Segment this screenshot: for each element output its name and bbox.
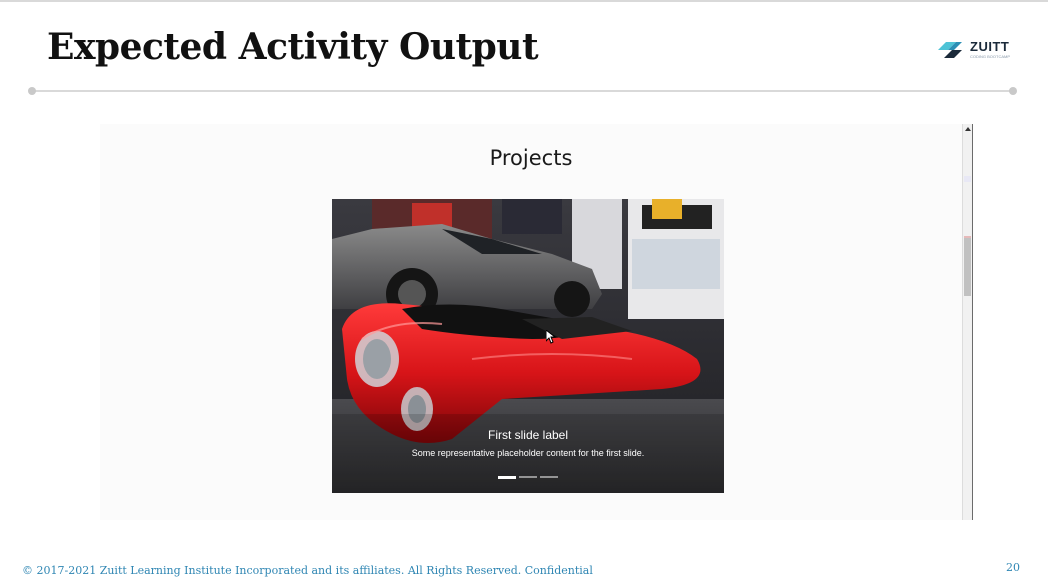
logo-wordmark: ZUITT	[970, 39, 1010, 54]
carousel-indicator-3[interactable]	[540, 476, 558, 478]
copyright-footer: © 2017-2021 Zuitt Learning Institute Inc…	[22, 564, 593, 577]
scroll-up-arrow-icon[interactable]	[965, 127, 971, 131]
webpage-scrollbar[interactable]	[962, 124, 973, 520]
zuitt-logo-icon	[938, 42, 962, 58]
slide-top-border	[0, 0, 1048, 2]
projects-heading: Projects	[489, 146, 573, 170]
scroll-thumb[interactable]	[964, 238, 971, 296]
zuitt-logo: ZUITT CODING BOOTCAMP	[936, 38, 1012, 62]
logo-tagline: CODING BOOTCAMP	[970, 54, 1011, 59]
slide-label: First slide label	[487, 428, 569, 442]
carousel-indicator-2[interactable]	[519, 476, 537, 478]
slide-description: Some representative placeholder content …	[411, 448, 645, 458]
mouse-cursor-icon	[546, 330, 556, 344]
carousel-caption: First slide label Some representative pl…	[332, 428, 724, 458]
projects-carousel[interactable]: First slide label Some representative pl…	[332, 199, 724, 493]
scroll-marker	[964, 176, 971, 182]
divider-dot-right	[1009, 87, 1017, 95]
slide-page-number: 20	[1006, 561, 1020, 574]
carousel-indicator-1[interactable]	[498, 476, 516, 479]
webpage-preview: Projects First slide label Some represen…	[100, 124, 973, 520]
slide-title: Expected Activity Output	[47, 26, 539, 68]
divider-dot-left	[28, 87, 36, 95]
title-divider	[32, 90, 1013, 92]
